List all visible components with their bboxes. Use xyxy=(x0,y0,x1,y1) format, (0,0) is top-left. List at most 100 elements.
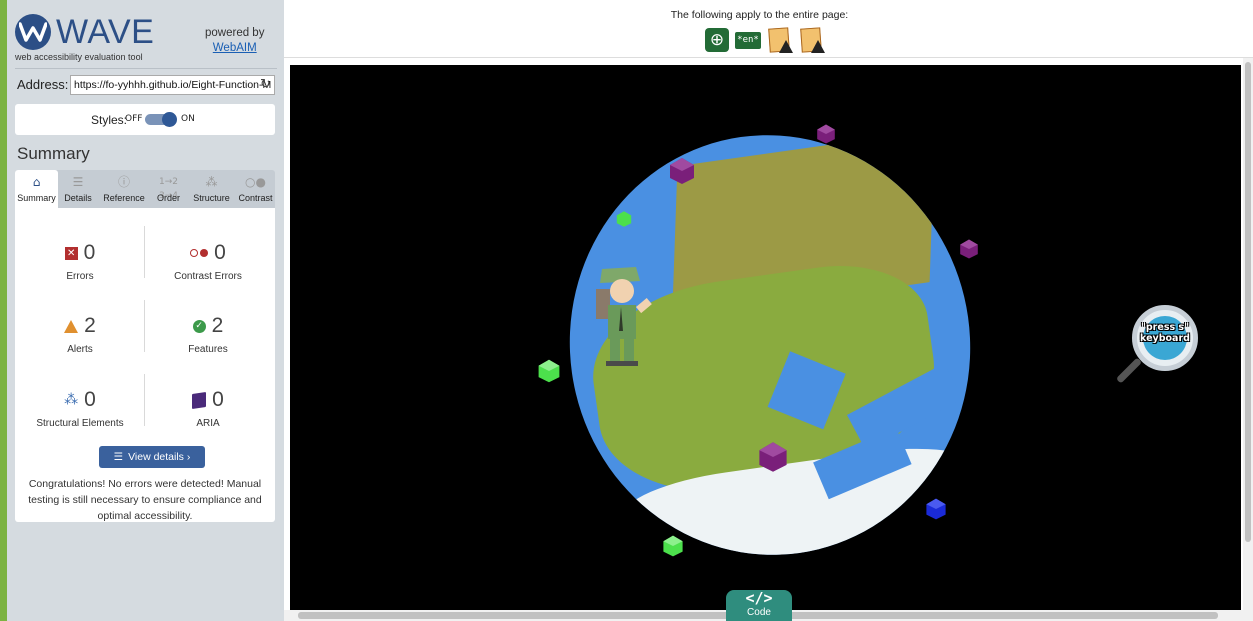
code-toggle-button[interactable]: </> Code xyxy=(726,590,792,621)
info-icon: ⓘ xyxy=(117,175,130,189)
stat-errors[interactable]: ✕ 0 Errors xyxy=(20,240,140,282)
structure-icon: ⁂ xyxy=(205,175,218,189)
features-label: Features xyxy=(188,344,228,355)
tab-order-label: Order xyxy=(156,193,180,203)
tab-reference-label: Reference xyxy=(103,193,145,203)
left-accent-rail xyxy=(0,0,7,621)
tab-reference[interactable]: ⓘ Reference xyxy=(98,170,150,208)
tab-contrast[interactable]: ○● Contrast xyxy=(236,170,275,208)
brand-subtitle: web accessibility evaluation tool xyxy=(15,52,143,62)
purple-gem xyxy=(960,239,978,259)
webaim-link[interactable]: WebAIM xyxy=(205,41,264,56)
stat-contrast-errors[interactable]: 0 Contrast Errors xyxy=(148,240,268,282)
tab-order[interactable]: 1→2 3→4 Order xyxy=(150,170,187,208)
styles-label: Styles: xyxy=(91,113,128,127)
contrast-error-icon xyxy=(190,249,209,257)
home-icon: ⌂ xyxy=(32,175,41,189)
vertical-scrollbar[interactable] xyxy=(1243,58,1253,610)
purple-gem xyxy=(759,442,787,472)
order-icon: 1→2 3→4 xyxy=(159,177,178,201)
contrast-icon: ○● xyxy=(245,175,266,189)
tab-structure-label: Structure xyxy=(193,193,230,203)
alerts-count: 2 xyxy=(84,314,96,337)
wave-sidebar: WAVE web accessibility evaluation tool p… xyxy=(7,0,284,621)
page-level-bar: The following apply to the entire page: … xyxy=(284,0,1253,58)
warning-icon xyxy=(811,40,825,53)
feature-check-icon: ✓ xyxy=(192,319,206,333)
powered-by-text: powered by xyxy=(205,27,265,39)
divider xyxy=(144,226,145,278)
reload-icon[interactable]: ↻ xyxy=(260,77,271,92)
blue-gem xyxy=(926,498,946,520)
errors-label: Errors xyxy=(66,271,94,282)
wave-logo-icon xyxy=(15,14,51,50)
styles-on-label: ON xyxy=(181,114,195,124)
wave-logo: WAVE web accessibility evaluation tool p… xyxy=(15,14,277,62)
tab-summary-label: Summary xyxy=(17,193,56,203)
styles-toggle-box: Styles: OFF ON xyxy=(15,104,275,135)
divider xyxy=(144,300,145,352)
divider xyxy=(15,68,277,69)
contrast-errors-count: 0 xyxy=(214,241,226,264)
structural-label: Structural Elements xyxy=(36,418,124,429)
press-s-hint: "press s" keyboard xyxy=(1115,305,1202,384)
tab-structure[interactable]: ⁂ Structure xyxy=(187,170,236,208)
warning-icon xyxy=(779,40,793,53)
address-bar: Address: https://fo-yyhhh.github.io/Eigh… xyxy=(17,75,279,95)
tab-summary[interactable]: ⌂ Summary xyxy=(15,170,58,208)
stat-structural[interactable]: ⁂ 0 Structural Elements xyxy=(20,387,140,429)
alert-icon xyxy=(64,319,79,333)
game-canvas[interactable]: "press s" keyboard xyxy=(290,65,1241,610)
list-icon: ☰ xyxy=(113,451,124,463)
summary-panel: ✕ 0 Errors 0 Contrast Errors 2 Alerts ✓ xyxy=(15,208,275,522)
stat-features[interactable]: ✓ 2 Features xyxy=(148,313,268,355)
language-icon[interactable]: *en* xyxy=(735,31,761,49)
page-level-text: The following apply to the entire page: xyxy=(670,9,849,21)
error-icon: ✕ xyxy=(64,246,78,260)
purple-gem xyxy=(817,124,835,144)
green-gem xyxy=(663,535,683,557)
alerts-label: Alerts xyxy=(67,344,93,355)
tab-details-label: Details xyxy=(64,193,92,203)
summary-tabs: ⌂ Summary ☰ Details ⓘ Reference 1→2 3→4 O… xyxy=(15,170,275,208)
page-level-icons: ⊕ *en* xyxy=(705,26,825,54)
list-icon: ☰ xyxy=(72,175,84,189)
tab-details[interactable]: ☰ Details xyxy=(58,170,98,208)
view-details-button[interactable]: ☰ View details › xyxy=(99,446,205,468)
errors-count: 0 xyxy=(83,241,96,264)
scroll-thumb[interactable] xyxy=(1245,62,1251,542)
brand-name: WAVE xyxy=(56,13,155,51)
powered-by: powered by WebAIM xyxy=(205,26,264,56)
globe-icon[interactable]: ⊕ xyxy=(705,28,729,52)
magnifier-icon: "press s" keyboard xyxy=(1132,305,1198,371)
address-label: Address: xyxy=(17,77,69,92)
press-s-text: "press s" keyboard xyxy=(1140,322,1190,344)
features-count: 2 xyxy=(211,314,224,337)
document-alert-icon[interactable] xyxy=(799,26,825,54)
purple-gem xyxy=(670,158,694,184)
toggle-knob xyxy=(162,112,177,127)
contrast-errors-label: Contrast Errors xyxy=(174,271,242,282)
green-gem xyxy=(538,359,560,383)
code-label: Code xyxy=(747,607,771,618)
divider xyxy=(144,374,145,426)
address-input[interactable]: https://fo-yyhhh.github.io/Eight-Functio… xyxy=(70,75,275,95)
congrats-message: Congratulations! No errors were detected… xyxy=(28,478,262,522)
stat-aria[interactable]: 0 ARIA xyxy=(148,387,268,429)
explorer-character xyxy=(596,267,652,366)
green-gem xyxy=(616,211,632,227)
stat-alerts[interactable]: 2 Alerts xyxy=(20,313,140,355)
view-details-label: View details › xyxy=(128,451,191,463)
styles-off-label: OFF xyxy=(125,114,143,124)
document-alert-icon[interactable] xyxy=(767,26,793,54)
structure-icon: ⁂ xyxy=(64,392,79,408)
aria-cube-icon xyxy=(192,391,207,409)
aria-label: ARIA xyxy=(196,418,220,429)
aria-count: 0 xyxy=(212,388,224,411)
styles-toggle[interactable] xyxy=(145,112,177,127)
magnifier-handle xyxy=(1115,357,1143,384)
tab-contrast-label: Contrast xyxy=(238,193,273,203)
code-icon: </> xyxy=(745,589,773,607)
summary-title: Summary xyxy=(17,144,90,163)
structural-count: 0 xyxy=(84,388,96,411)
